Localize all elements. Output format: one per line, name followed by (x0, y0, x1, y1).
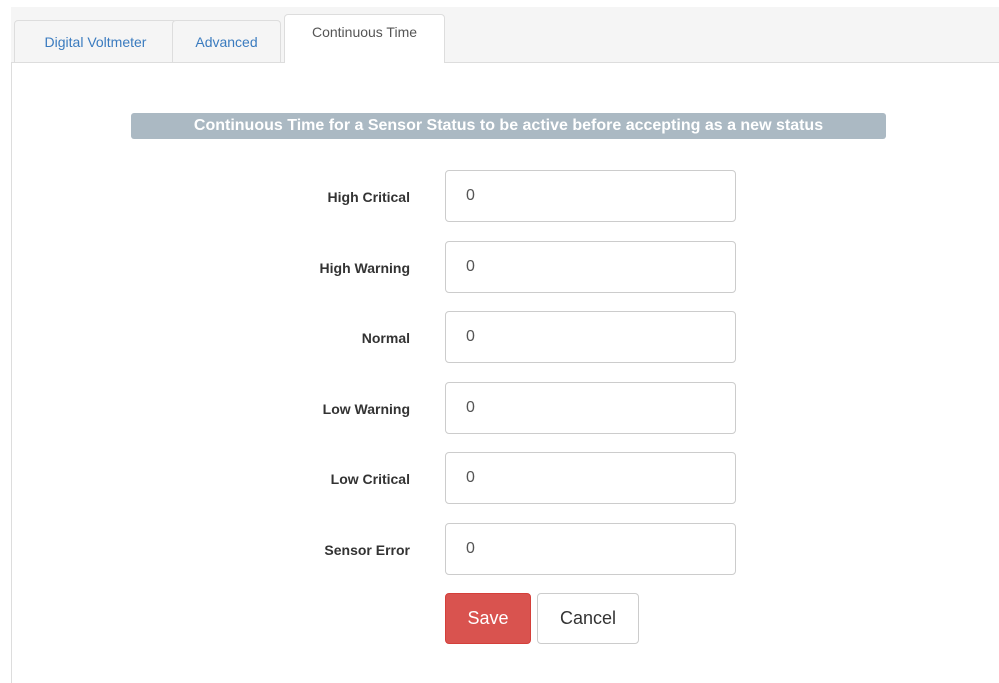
save-button[interactable]: Save (445, 593, 531, 644)
sensor-error-label: Sensor Error (324, 542, 410, 558)
page: Digital Voltmeter Advanced Continuous Ti… (0, 0, 999, 683)
section-title: Continuous Time for a Sensor Status to b… (131, 113, 886, 139)
tab-panel (11, 63, 999, 683)
low-critical-label: Low Critical (330, 471, 410, 487)
tab-digital-voltmeter[interactable]: Digital Voltmeter (14, 20, 177, 62)
low-critical-input[interactable] (445, 452, 736, 504)
tab-continuous-time[interactable]: Continuous Time (284, 14, 445, 63)
normal-label: Normal (361, 330, 410, 346)
high-warning-label: High Warning (319, 260, 410, 276)
sensor-error-input[interactable] (445, 523, 736, 575)
low-warning-label: Low Warning (322, 401, 410, 417)
cancel-button[interactable]: Cancel (537, 593, 639, 644)
tab-advanced[interactable]: Advanced (172, 20, 281, 62)
normal-input[interactable] (445, 311, 736, 363)
high-warning-input[interactable] (445, 241, 736, 293)
high-critical-input[interactable] (445, 170, 736, 222)
tab-bar: Digital Voltmeter Advanced Continuous Ti… (11, 7, 999, 63)
low-warning-input[interactable] (445, 382, 736, 434)
high-critical-label: High Critical (327, 189, 410, 205)
